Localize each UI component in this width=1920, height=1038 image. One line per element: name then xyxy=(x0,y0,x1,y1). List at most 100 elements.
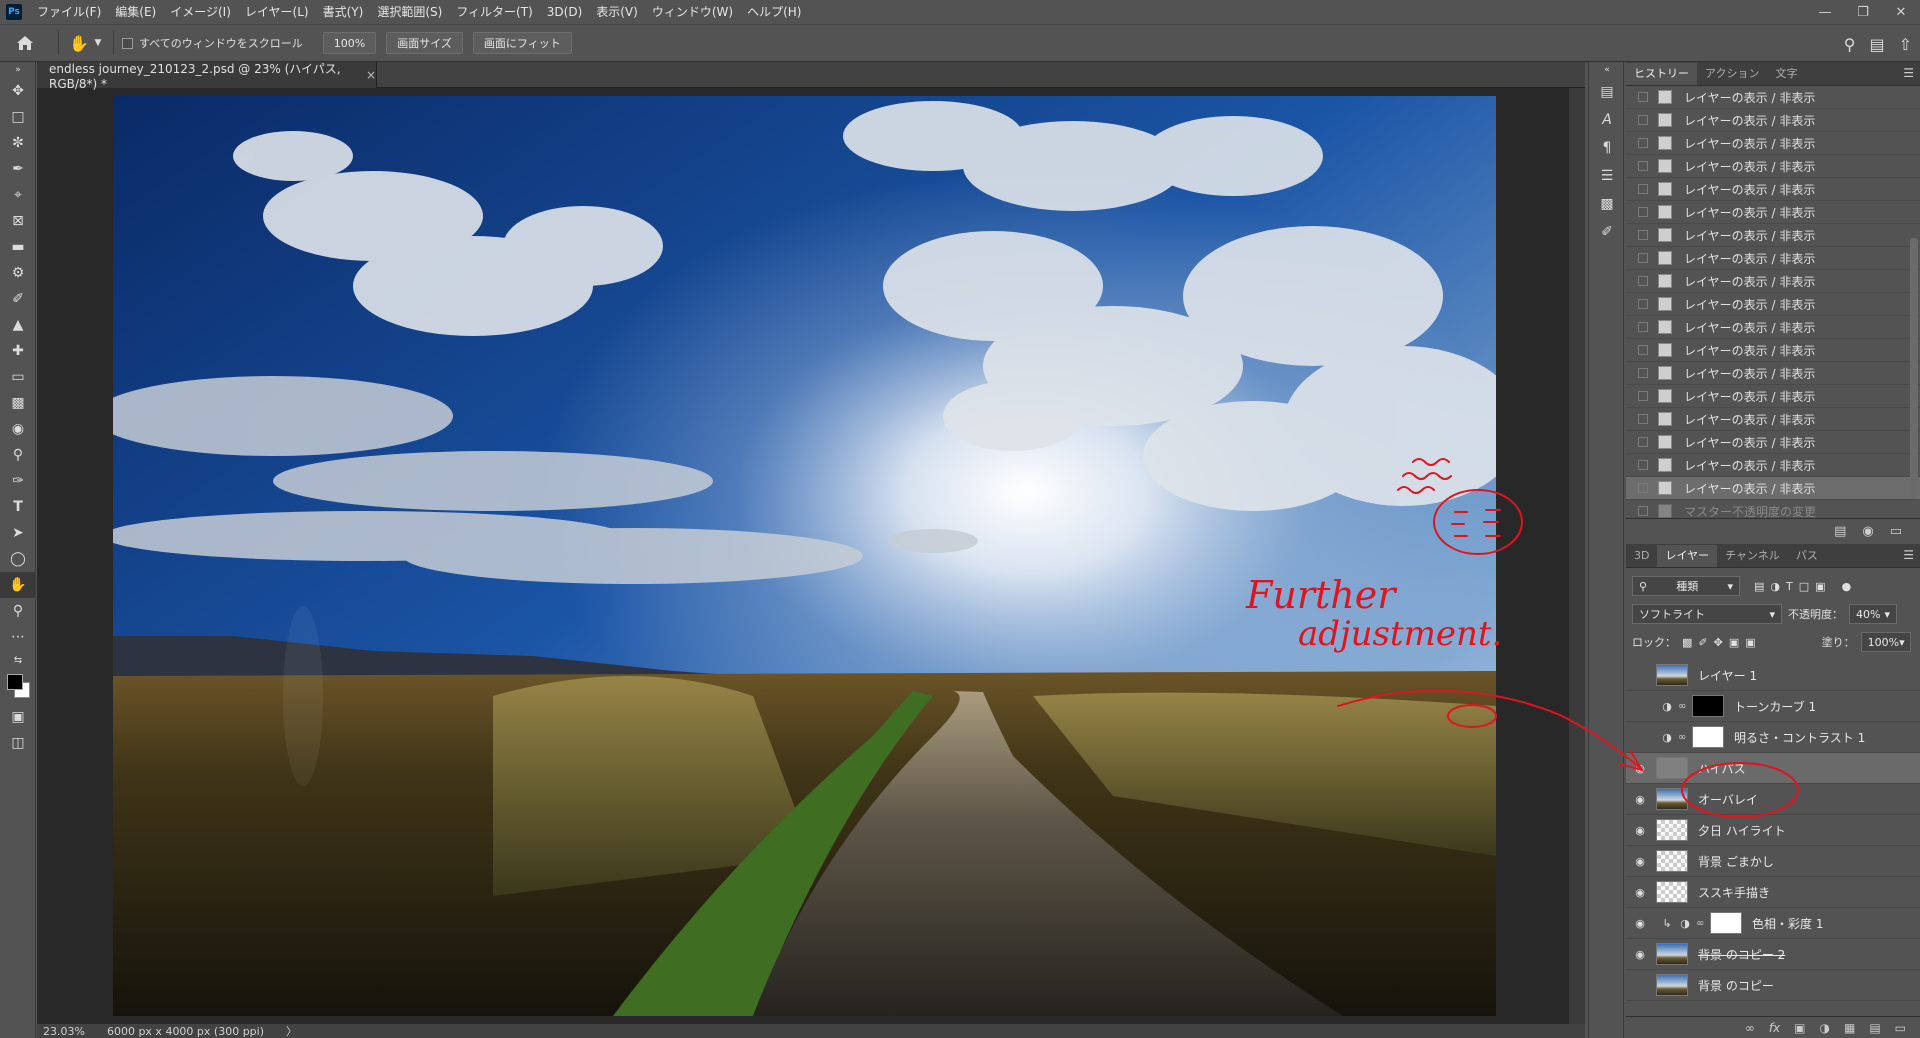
history-checkbox[interactable] xyxy=(1638,483,1648,493)
eye-icon[interactable]: ◉ xyxy=(1626,793,1654,806)
history-item[interactable]: レイヤーの表示 / 非表示 xyxy=(1626,247,1920,270)
ruler-icon[interactable]: ▬ xyxy=(0,234,36,260)
history-item[interactable]: レイヤーの表示 / 非表示 xyxy=(1626,408,1920,431)
layer-item[interactable]: ◉ 夕日 ハイライト xyxy=(1626,815,1920,846)
fill-field[interactable]: 100% ▾ xyxy=(1860,632,1911,652)
history-item-selected[interactable]: レイヤーの表示 / 非表示 xyxy=(1626,477,1920,500)
panel-menu-icon[interactable]: ☰ xyxy=(1903,66,1914,80)
menu-layer[interactable]: レイヤー(L) xyxy=(238,0,316,24)
vertical-scrollbar[interactable] xyxy=(1569,88,1585,1024)
layer-item-selected[interactable]: ◉ ハイパス xyxy=(1626,753,1920,784)
history-checkbox[interactable] xyxy=(1638,345,1648,355)
path-select-icon[interactable]: ➤ xyxy=(0,520,36,546)
canvas-image[interactable] xyxy=(113,96,1496,1016)
crop-icon[interactable]: ⌖ xyxy=(0,182,36,208)
history-item[interactable]: レイヤーの表示 / 非表示 xyxy=(1626,293,1920,316)
history-checkbox[interactable] xyxy=(1638,253,1648,263)
history-checkbox[interactable] xyxy=(1638,184,1648,194)
layer-item[interactable]: ◉ ススキ手描き xyxy=(1626,877,1920,908)
frame-icon[interactable]: ⊠ xyxy=(0,208,36,234)
scroll-all-checkbox[interactable] xyxy=(122,37,133,49)
history-item[interactable]: レイヤーの表示 / 非表示 xyxy=(1626,201,1920,224)
menu-file[interactable]: ファイル(F) xyxy=(30,0,108,24)
filter-toggle-icon[interactable]: ● xyxy=(1842,580,1852,593)
type-icon[interactable]: T xyxy=(0,494,36,520)
collapse-icon[interactable]: « xyxy=(1589,62,1625,78)
zoom-level[interactable]: 23.03% xyxy=(43,1025,85,1038)
filter-pixel-icon[interactable]: ▤ xyxy=(1754,580,1764,593)
layer-item[interactable]: ◉ ↳ ◑ ∞ 色相・彩度 1 xyxy=(1626,908,1920,939)
zoom-icon[interactable]: ⚲ xyxy=(0,598,36,624)
layer-item[interactable]: ◉ レイヤー 1 xyxy=(1626,660,1920,691)
history-checkbox[interactable] xyxy=(1638,460,1648,470)
lasso-icon[interactable]: ✼ xyxy=(0,130,36,156)
blend-mode-dropdown[interactable]: ソフトライト ▾ xyxy=(1632,604,1782,624)
eye-icon-hidden[interactable]: ◉ xyxy=(1626,731,1654,744)
add-mask-icon[interactable]: ▣ xyxy=(1794,1021,1805,1035)
new-group-icon[interactable]: ▦ xyxy=(1844,1021,1855,1035)
more-icon[interactable]: ⋯ xyxy=(0,624,36,650)
brush-icon[interactable]: ✐ xyxy=(0,286,36,312)
history-checkbox[interactable] xyxy=(1638,276,1648,286)
history-item[interactable]: レイヤーの表示 / 非表示 xyxy=(1626,270,1920,293)
menu-window[interactable]: ウィンドウ(W) xyxy=(645,0,740,24)
new-layer-icon[interactable]: ▤ xyxy=(1869,1021,1880,1035)
document-tab[interactable]: endless journey_210123_2.psd @ 23% (ハイパス… xyxy=(37,62,377,91)
tab-3d[interactable]: 3D xyxy=(1626,545,1657,567)
quick-mask-icon[interactable]: ▣ xyxy=(0,704,36,730)
tab-actions[interactable]: アクション xyxy=(1697,63,1767,85)
menu-help[interactable]: ヘルプ(H) xyxy=(740,0,808,24)
opacity-field[interactable]: 40% ▾ xyxy=(1849,604,1897,624)
stamp-icon[interactable]: ▲ xyxy=(0,312,36,338)
history-checkbox[interactable] xyxy=(1638,322,1648,332)
history-checkbox[interactable] xyxy=(1638,138,1648,148)
status-arrow-icon[interactable]: 〉 xyxy=(286,1023,297,1038)
history-panel-icon[interactable]: ▤ xyxy=(1589,78,1625,106)
lock-transparency-icon[interactable]: ▩ xyxy=(1682,636,1692,649)
blur-icon[interactable]: ◉ xyxy=(0,416,36,442)
filter-smart-icon[interactable]: ▣ xyxy=(1815,580,1825,593)
new-adjustment-icon[interactable]: ◑ xyxy=(1819,1021,1829,1035)
share-icon[interactable]: ⇧ xyxy=(1899,35,1912,54)
tab-history[interactable]: ヒストリー xyxy=(1626,63,1697,85)
menu-image[interactable]: イメージ(I) xyxy=(163,0,238,24)
character-panel-icon[interactable]: A xyxy=(1589,106,1625,134)
history-item-undone[interactable]: マスター不透明度の変更 xyxy=(1626,500,1920,518)
move-icon[interactable]: ✥ xyxy=(0,78,36,104)
menu-type[interactable]: 書式(Y) xyxy=(316,0,371,24)
history-checkbox[interactable] xyxy=(1638,437,1648,447)
ellipse-icon[interactable]: ◯ xyxy=(0,546,36,572)
menu-3d[interactable]: 3D(D) xyxy=(540,0,589,24)
history-scrollbar[interactable] xyxy=(1910,238,1918,498)
eye-icon[interactable]: ◉ xyxy=(1626,855,1654,868)
lock-artboard-icon[interactable]: ▣ xyxy=(1729,636,1739,649)
paragraph-panel-icon[interactable]: ¶ xyxy=(1589,134,1625,162)
lock-position-icon[interactable]: ✥ xyxy=(1714,636,1723,649)
adjustments-panel-icon[interactable]: ☰ xyxy=(1589,162,1625,190)
history-checkbox[interactable] xyxy=(1638,161,1648,171)
history-item[interactable]: レイヤーの表示 / 非表示 xyxy=(1626,339,1920,362)
history-checkbox[interactable] xyxy=(1638,207,1648,217)
minimize-icon[interactable]: — xyxy=(1806,0,1844,24)
history-brush-icon[interactable]: ✚ xyxy=(0,338,36,364)
pen-icon[interactable]: ✑ xyxy=(0,468,36,494)
fit-screen-button[interactable]: 画面にフィット xyxy=(472,32,572,54)
foreground-color-swatch[interactable] xyxy=(7,674,23,690)
trash-icon[interactable]: ▭ xyxy=(1895,1021,1906,1035)
layer-item[interactable]: ◉ 背景 のコピー 2 xyxy=(1626,939,1920,970)
eye-icon-hidden[interactable]: ◉ xyxy=(1626,700,1654,713)
eraser-icon[interactable]: ▭ xyxy=(0,364,36,390)
history-item[interactable]: レイヤーの表示 / 非表示 xyxy=(1626,454,1920,477)
quick-select-icon[interactable]: ✒ xyxy=(0,156,36,182)
camera-icon[interactable]: ◉ xyxy=(1862,524,1873,539)
history-checkbox[interactable] xyxy=(1638,368,1648,378)
history-checkbox[interactable] xyxy=(1638,115,1648,125)
dodge-icon[interactable]: ⚲ xyxy=(0,442,36,468)
tab-channels[interactable]: チャンネル xyxy=(1717,545,1788,567)
history-item[interactable]: レイヤーの表示 / 非表示 xyxy=(1626,316,1920,339)
workspace-icon[interactable]: ▤ xyxy=(1869,35,1884,54)
filter-shape-icon[interactable]: □ xyxy=(1799,580,1809,593)
patch-icon[interactable]: ⚙ xyxy=(0,260,36,286)
fit-screen-size-button[interactable]: 画面サイズ xyxy=(386,32,463,54)
eye-icon-hidden[interactable]: ◉ xyxy=(1626,669,1654,682)
